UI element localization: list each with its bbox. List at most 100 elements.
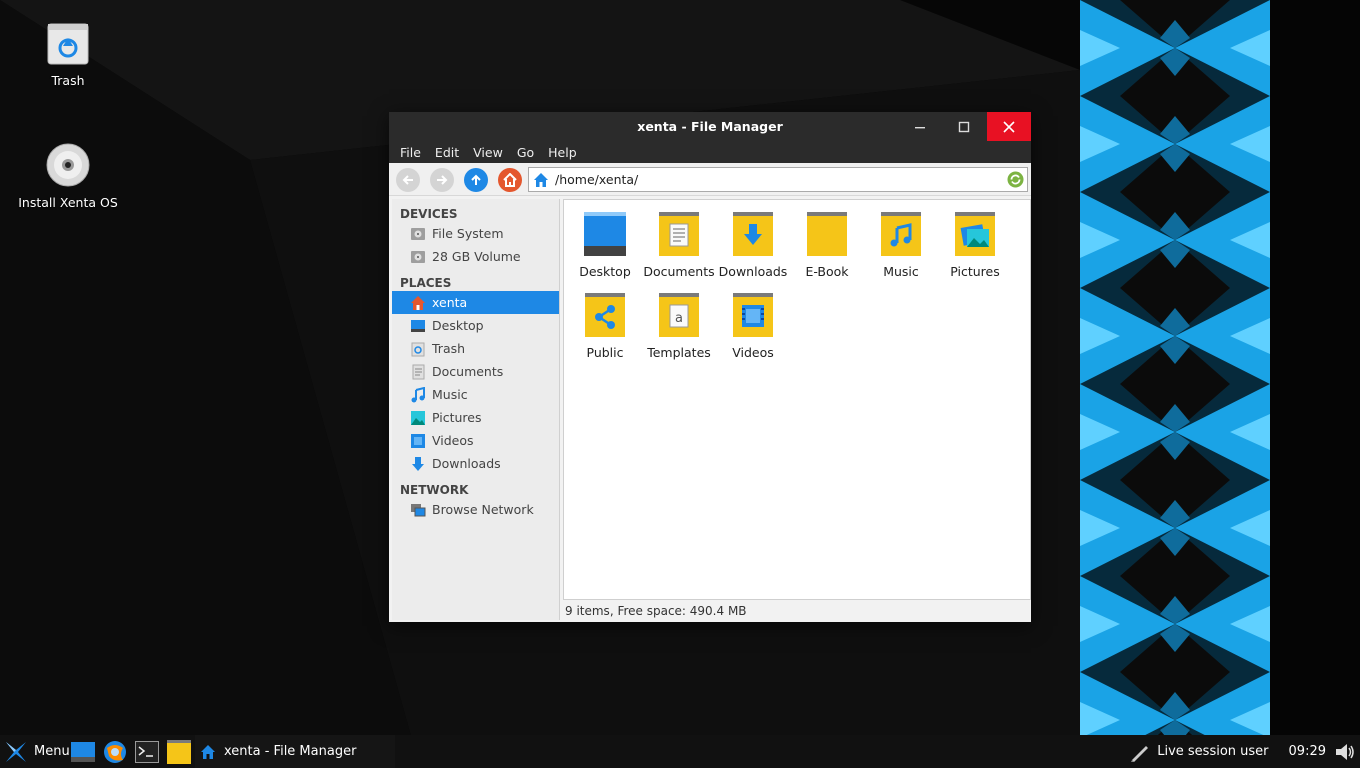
file-item-documents[interactable]: Documents — [642, 210, 716, 279]
file-item-templates[interactable]: a Templates — [642, 291, 716, 360]
forward-button[interactable] — [430, 168, 454, 192]
sidebar-section-devices: DEVICES — [400, 207, 458, 221]
pen-icon[interactable] — [1129, 741, 1151, 763]
taskbar-window-label: xenta - File Manager — [224, 744, 357, 759]
menu-button[interactable]: Menu — [4, 739, 70, 764]
close-button[interactable] — [987, 112, 1031, 141]
home-icon — [201, 744, 215, 759]
file-item-downloads[interactable]: Downloads — [716, 210, 790, 279]
taskbar: Menu xenta - File Manager Live session u… — [0, 735, 1360, 768]
browser-launcher[interactable] — [102, 739, 128, 765]
file-view: Desktop Documents Downloads E-Book Music… — [563, 199, 1031, 600]
menu-label: Menu — [34, 744, 70, 759]
sidebar-item-browse-network[interactable]: Browse Network — [392, 498, 559, 521]
title-bar[interactable]: xenta - File Manager — [389, 112, 1031, 141]
sidebar-item-music[interactable]: Music — [392, 383, 559, 406]
sidebar-item-28gb-volume[interactable]: 28 GB Volume — [392, 245, 559, 268]
desktop-icon-label: Trash — [51, 73, 85, 88]
minimize-icon — [915, 126, 925, 128]
toolbar — [389, 163, 1031, 196]
up-button[interactable] — [464, 168, 488, 192]
terminal-launcher[interactable] — [134, 739, 160, 765]
menu-go[interactable]: Go — [510, 145, 541, 160]
sidebar-item-xenta[interactable]: xenta — [392, 291, 559, 314]
pictures-icon — [410, 410, 426, 426]
folder-icon — [807, 212, 847, 256]
templates-folder-icon: a — [659, 293, 699, 337]
status-bar: 9 items, Free space: 490.4 MB — [565, 604, 747, 618]
sidebar-item-label: Music — [432, 387, 468, 402]
downloads-folder-icon — [733, 212, 773, 256]
menu-edit[interactable]: Edit — [428, 145, 466, 160]
volume-icon[interactable] — [1334, 741, 1356, 763]
network-icon — [410, 502, 426, 518]
browser-icon — [104, 741, 126, 763]
sidebar-item-trash[interactable]: Trash — [392, 337, 559, 360]
file-item-ebook[interactable]: E-Book — [790, 210, 864, 279]
file-manager-launcher[interactable] — [166, 739, 192, 765]
file-item-public[interactable]: Public — [568, 291, 642, 360]
file-label: E-Book — [805, 264, 849, 279]
documents-icon — [410, 364, 426, 380]
file-label: Desktop — [579, 264, 631, 279]
sidebar-item-label: File System — [432, 226, 504, 241]
arrow-right-icon — [437, 175, 448, 185]
sidebar-item-pictures[interactable]: Pictures — [392, 406, 559, 429]
folder-icon — [167, 740, 191, 764]
refresh-icon[interactable] — [1007, 171, 1024, 188]
address-input[interactable] — [555, 172, 1005, 187]
svg-text:a: a — [675, 311, 683, 326]
home-icon — [534, 172, 548, 187]
home-icon — [410, 295, 426, 311]
back-button[interactable] — [396, 168, 420, 192]
close-icon — [1003, 120, 1015, 133]
file-label: Music — [883, 264, 919, 279]
file-label: Public — [586, 345, 624, 360]
sidebar: DEVICES File System 28 GB Volume PLACES … — [392, 199, 560, 620]
sidebar-item-videos[interactable]: Videos — [392, 429, 559, 452]
file-label: Documents — [643, 264, 715, 279]
desktop-icon-label: Install Xenta OS — [18, 195, 118, 210]
session-user[interactable]: Live session user — [1157, 744, 1268, 759]
menu-view[interactable]: View — [466, 145, 510, 160]
downloads-icon — [410, 456, 426, 472]
file-item-desktop[interactable]: Desktop — [568, 210, 642, 279]
content-area: DEVICES File System 28 GB Volume PLACES … — [389, 197, 1031, 622]
file-item-pictures[interactable]: Pictures — [938, 210, 1012, 279]
arrow-up-icon — [471, 174, 481, 185]
sidebar-item-label: Browse Network — [432, 502, 534, 517]
sidebar-item-desktop[interactable]: Desktop — [392, 314, 559, 337]
maximize-icon — [958, 121, 970, 132]
sidebar-item-file-system[interactable]: File System — [392, 222, 559, 245]
music-icon — [410, 386, 426, 403]
sidebar-section-network: NETWORK — [400, 483, 469, 497]
address-bar[interactable] — [528, 167, 1028, 192]
sidebar-item-label: xenta — [432, 295, 468, 310]
pictures-folder-icon — [955, 212, 995, 256]
sidebar-item-documents[interactable]: Documents — [392, 360, 559, 383]
file-item-videos[interactable]: Videos — [716, 291, 790, 360]
sidebar-item-label: Trash — [432, 341, 466, 356]
file-item-music[interactable]: Music — [864, 210, 938, 279]
desktop-trash[interactable]: Trash — [13, 20, 123, 88]
desktop-install-xenta[interactable]: Install Xenta OS — [13, 142, 123, 210]
terminal-icon — [135, 741, 159, 763]
file-label: Pictures — [950, 264, 1000, 279]
sidebar-item-label: Downloads — [432, 456, 501, 471]
menu-help[interactable]: Help — [541, 145, 584, 160]
desktop-icon — [71, 742, 95, 762]
menu-file[interactable]: File — [393, 145, 428, 160]
home-button[interactable] — [498, 168, 522, 192]
maximize-button[interactable] — [942, 112, 986, 141]
minimize-button[interactable] — [898, 112, 942, 141]
videos-folder-icon — [733, 293, 773, 337]
show-desktop-button[interactable] — [70, 739, 96, 765]
home-icon — [503, 173, 517, 187]
clock[interactable]: 09:29 — [1289, 744, 1326, 759]
taskbar-window-file-manager[interactable]: xenta - File Manager — [195, 735, 395, 768]
sidebar-item-label: Pictures — [432, 410, 482, 425]
sidebar-item-downloads[interactable]: Downloads — [392, 452, 559, 475]
file-manager-window: xenta - File Manager File Edit View Go H… — [389, 112, 1031, 622]
menu-bar: File Edit View Go Help — [389, 141, 1031, 163]
file-label: Templates — [647, 345, 711, 360]
